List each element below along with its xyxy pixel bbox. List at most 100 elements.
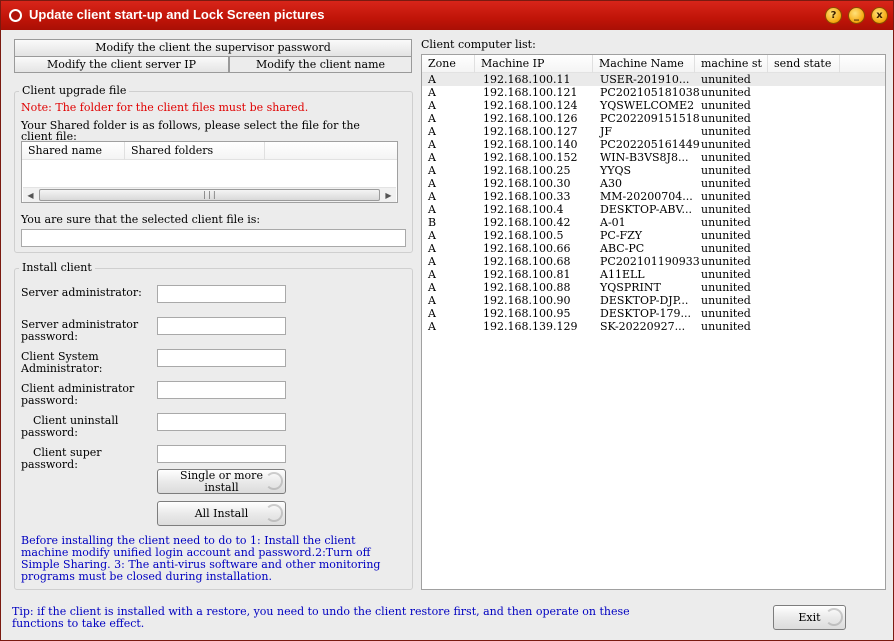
cell-state: ununited bbox=[701, 255, 751, 268]
cell-ip: 192.168.100.11 bbox=[483, 73, 571, 86]
exit-label: Exit bbox=[798, 610, 821, 624]
close-button[interactable]: x bbox=[871, 7, 888, 24]
cell-name: SK-20220927... bbox=[600, 320, 686, 333]
cell-zone: A bbox=[428, 112, 436, 125]
cell-name: MM-20200704... bbox=[600, 190, 693, 203]
cell-state: ununited bbox=[701, 320, 751, 333]
install-group-title: Install client bbox=[19, 261, 95, 274]
client-row[interactable]: A 192.168.139.129 SK-20220927... ununited bbox=[422, 320, 885, 333]
cell-state: ununited bbox=[701, 294, 751, 307]
client-row[interactable]: A 192.168.100.126 PC202209151518 ununited bbox=[422, 112, 885, 125]
cell-name: YQSWELCOME2 bbox=[600, 99, 695, 112]
tab-modify-server-ip[interactable]: Modify the client server IP bbox=[14, 56, 229, 73]
cell-zone: A bbox=[428, 190, 436, 203]
client-row[interactable]: A 192.168.100.90 DESKTOP-DJP... ununited bbox=[422, 294, 885, 307]
cell-name: PC202205161449 bbox=[600, 138, 700, 151]
cell-ip: 192.168.100.90 bbox=[483, 294, 571, 307]
upgrade-note: Note: The folder for the client files mu… bbox=[21, 101, 309, 114]
client-row[interactable]: A 192.168.100.127 JF ununited bbox=[422, 125, 885, 138]
cell-ip: 192.168.100.126 bbox=[483, 112, 578, 125]
cell-state: ununited bbox=[701, 229, 751, 242]
cell-ip: 192.168.139.129 bbox=[483, 320, 578, 333]
client-row[interactable]: A 192.168.100.11 USER-201910... ununited bbox=[422, 73, 885, 86]
main-window: Update client start-up and Lock Screen p… bbox=[0, 0, 894, 641]
column-machine-state[interactable]: machine st bbox=[695, 55, 768, 73]
column-machine-name[interactable]: Machine Name bbox=[593, 55, 695, 73]
single-install-label-line2: install bbox=[204, 480, 239, 494]
server-admin-password-field[interactable] bbox=[157, 317, 286, 335]
client-row[interactable]: A 192.168.100.30 A30 ununited bbox=[422, 177, 885, 190]
client-row[interactable]: A 192.168.100.33 MM-20200704... ununited bbox=[422, 190, 885, 203]
column-zone[interactable]: Zone bbox=[422, 55, 475, 73]
client-row[interactable]: A 192.168.100.140 PC202205161449 ununited bbox=[422, 138, 885, 151]
client-row[interactable]: B 192.168.100.42 A-01 ununited bbox=[422, 216, 885, 229]
cell-name: DESKTOP-ABV... bbox=[600, 203, 693, 216]
cell-zone: A bbox=[428, 151, 436, 164]
horizontal-scrollbar[interactable]: ◀ ||| ▶ bbox=[23, 187, 396, 202]
client-list[interactable]: Zone Machine IP Machine Name machine st … bbox=[421, 54, 886, 590]
minimize-button[interactable]: _ bbox=[848, 7, 865, 24]
client-row[interactable]: A 192.168.100.81 A11ELL ununited bbox=[422, 268, 885, 281]
cell-ip: 192.168.100.121 bbox=[483, 86, 578, 99]
client-admin-password-field[interactable] bbox=[157, 381, 286, 399]
all-install-button[interactable]: All Install bbox=[157, 501, 286, 526]
cell-state: ununited bbox=[701, 99, 751, 112]
swirl-icon bbox=[265, 472, 283, 490]
scroll-left-icon[interactable]: ◀ bbox=[23, 188, 38, 202]
client-row[interactable]: A 192.168.100.152 WIN-B3VS8J8... ununited bbox=[422, 151, 885, 164]
cell-ip: 192.168.100.30 bbox=[483, 177, 571, 190]
tab-modify-client-name[interactable]: Modify the client name bbox=[229, 56, 412, 73]
column-shared-name[interactable]: Shared name bbox=[22, 142, 125, 160]
tab-divider bbox=[14, 72, 412, 73]
cell-zone: A bbox=[428, 294, 436, 307]
client-row[interactable]: A 192.168.100.95 DESKTOP-179... ununited bbox=[422, 307, 885, 320]
swirl-icon bbox=[825, 608, 843, 626]
help-button[interactable]: ? bbox=[825, 7, 842, 24]
column-send-state[interactable]: send state bbox=[768, 55, 840, 73]
cell-state: ununited bbox=[701, 216, 751, 229]
client-row[interactable]: A 192.168.100.4 DESKTOP-ABV... ununited bbox=[422, 203, 885, 216]
cell-state: ununited bbox=[701, 281, 751, 294]
scroll-thumb[interactable]: ||| bbox=[39, 189, 380, 201]
title-bar[interactable]: Update client start-up and Lock Screen p… bbox=[1, 1, 893, 30]
client-row[interactable]: A 192.168.100.66 ABC-PC ununited bbox=[422, 242, 885, 255]
cell-name: YQSPRINT bbox=[600, 281, 661, 294]
cell-name: WIN-B3VS8J8... bbox=[600, 151, 689, 164]
client-row[interactable]: A 192.168.100.68 PC202101190933 ununited bbox=[422, 255, 885, 268]
cell-zone: A bbox=[428, 99, 436, 112]
client-uninstall-password-field[interactable] bbox=[157, 413, 286, 431]
cell-name: A30 bbox=[600, 177, 622, 190]
single-install-button[interactable]: Single or more install bbox=[157, 469, 286, 494]
cell-zone: A bbox=[428, 177, 436, 190]
cell-ip: 192.168.100.5 bbox=[483, 229, 564, 242]
client-row[interactable]: A 192.168.100.121 PC202105181038 ununited bbox=[422, 86, 885, 99]
column-machine-ip[interactable]: Machine IP bbox=[475, 55, 593, 73]
client-super-password-label-2: password: bbox=[21, 458, 78, 471]
selected-file-field[interactable] bbox=[21, 229, 406, 247]
exit-button[interactable]: Exit bbox=[773, 605, 846, 630]
cell-state: ununited bbox=[701, 268, 751, 281]
shared-folder-header: Shared name Shared folders bbox=[22, 142, 397, 160]
cell-name: PC-FZY bbox=[600, 229, 643, 242]
client-system-admin-field[interactable] bbox=[157, 349, 286, 367]
client-list-header: Zone Machine IP Machine Name machine st … bbox=[422, 55, 885, 73]
single-install-label: Single or more install bbox=[180, 469, 263, 494]
cell-state: ununited bbox=[701, 125, 751, 138]
cell-ip: 192.168.100.25 bbox=[483, 164, 571, 177]
client-row[interactable]: A 192.168.100.124 YQSWELCOME2 ununited bbox=[422, 99, 885, 112]
server-admin-field[interactable] bbox=[157, 285, 286, 303]
client-row[interactable]: A 192.168.100.5 PC-FZY ununited bbox=[422, 229, 885, 242]
client-super-password-field[interactable] bbox=[157, 445, 286, 463]
client-row[interactable]: A 192.168.100.25 YYQS ununited bbox=[422, 164, 885, 177]
cell-zone: A bbox=[428, 320, 436, 333]
upgrade-group-title: Client upgrade file bbox=[19, 84, 130, 97]
cell-state: ununited bbox=[701, 203, 751, 216]
tip-line2: functions to take effect. bbox=[12, 617, 145, 630]
scroll-right-icon[interactable]: ▶ bbox=[381, 188, 396, 202]
cell-ip: 192.168.100.152 bbox=[483, 151, 578, 164]
client-row[interactable]: A 192.168.100.88 YQSPRINT ununited bbox=[422, 281, 885, 294]
shared-folder-list[interactable]: Shared name Shared folders ◀ ||| ▶ bbox=[21, 141, 398, 203]
column-shared-folders[interactable]: Shared folders bbox=[125, 142, 265, 160]
tab-modify-supervisor-password[interactable]: Modify the client the supervisor passwor… bbox=[14, 39, 412, 56]
cell-zone: A bbox=[428, 255, 436, 268]
